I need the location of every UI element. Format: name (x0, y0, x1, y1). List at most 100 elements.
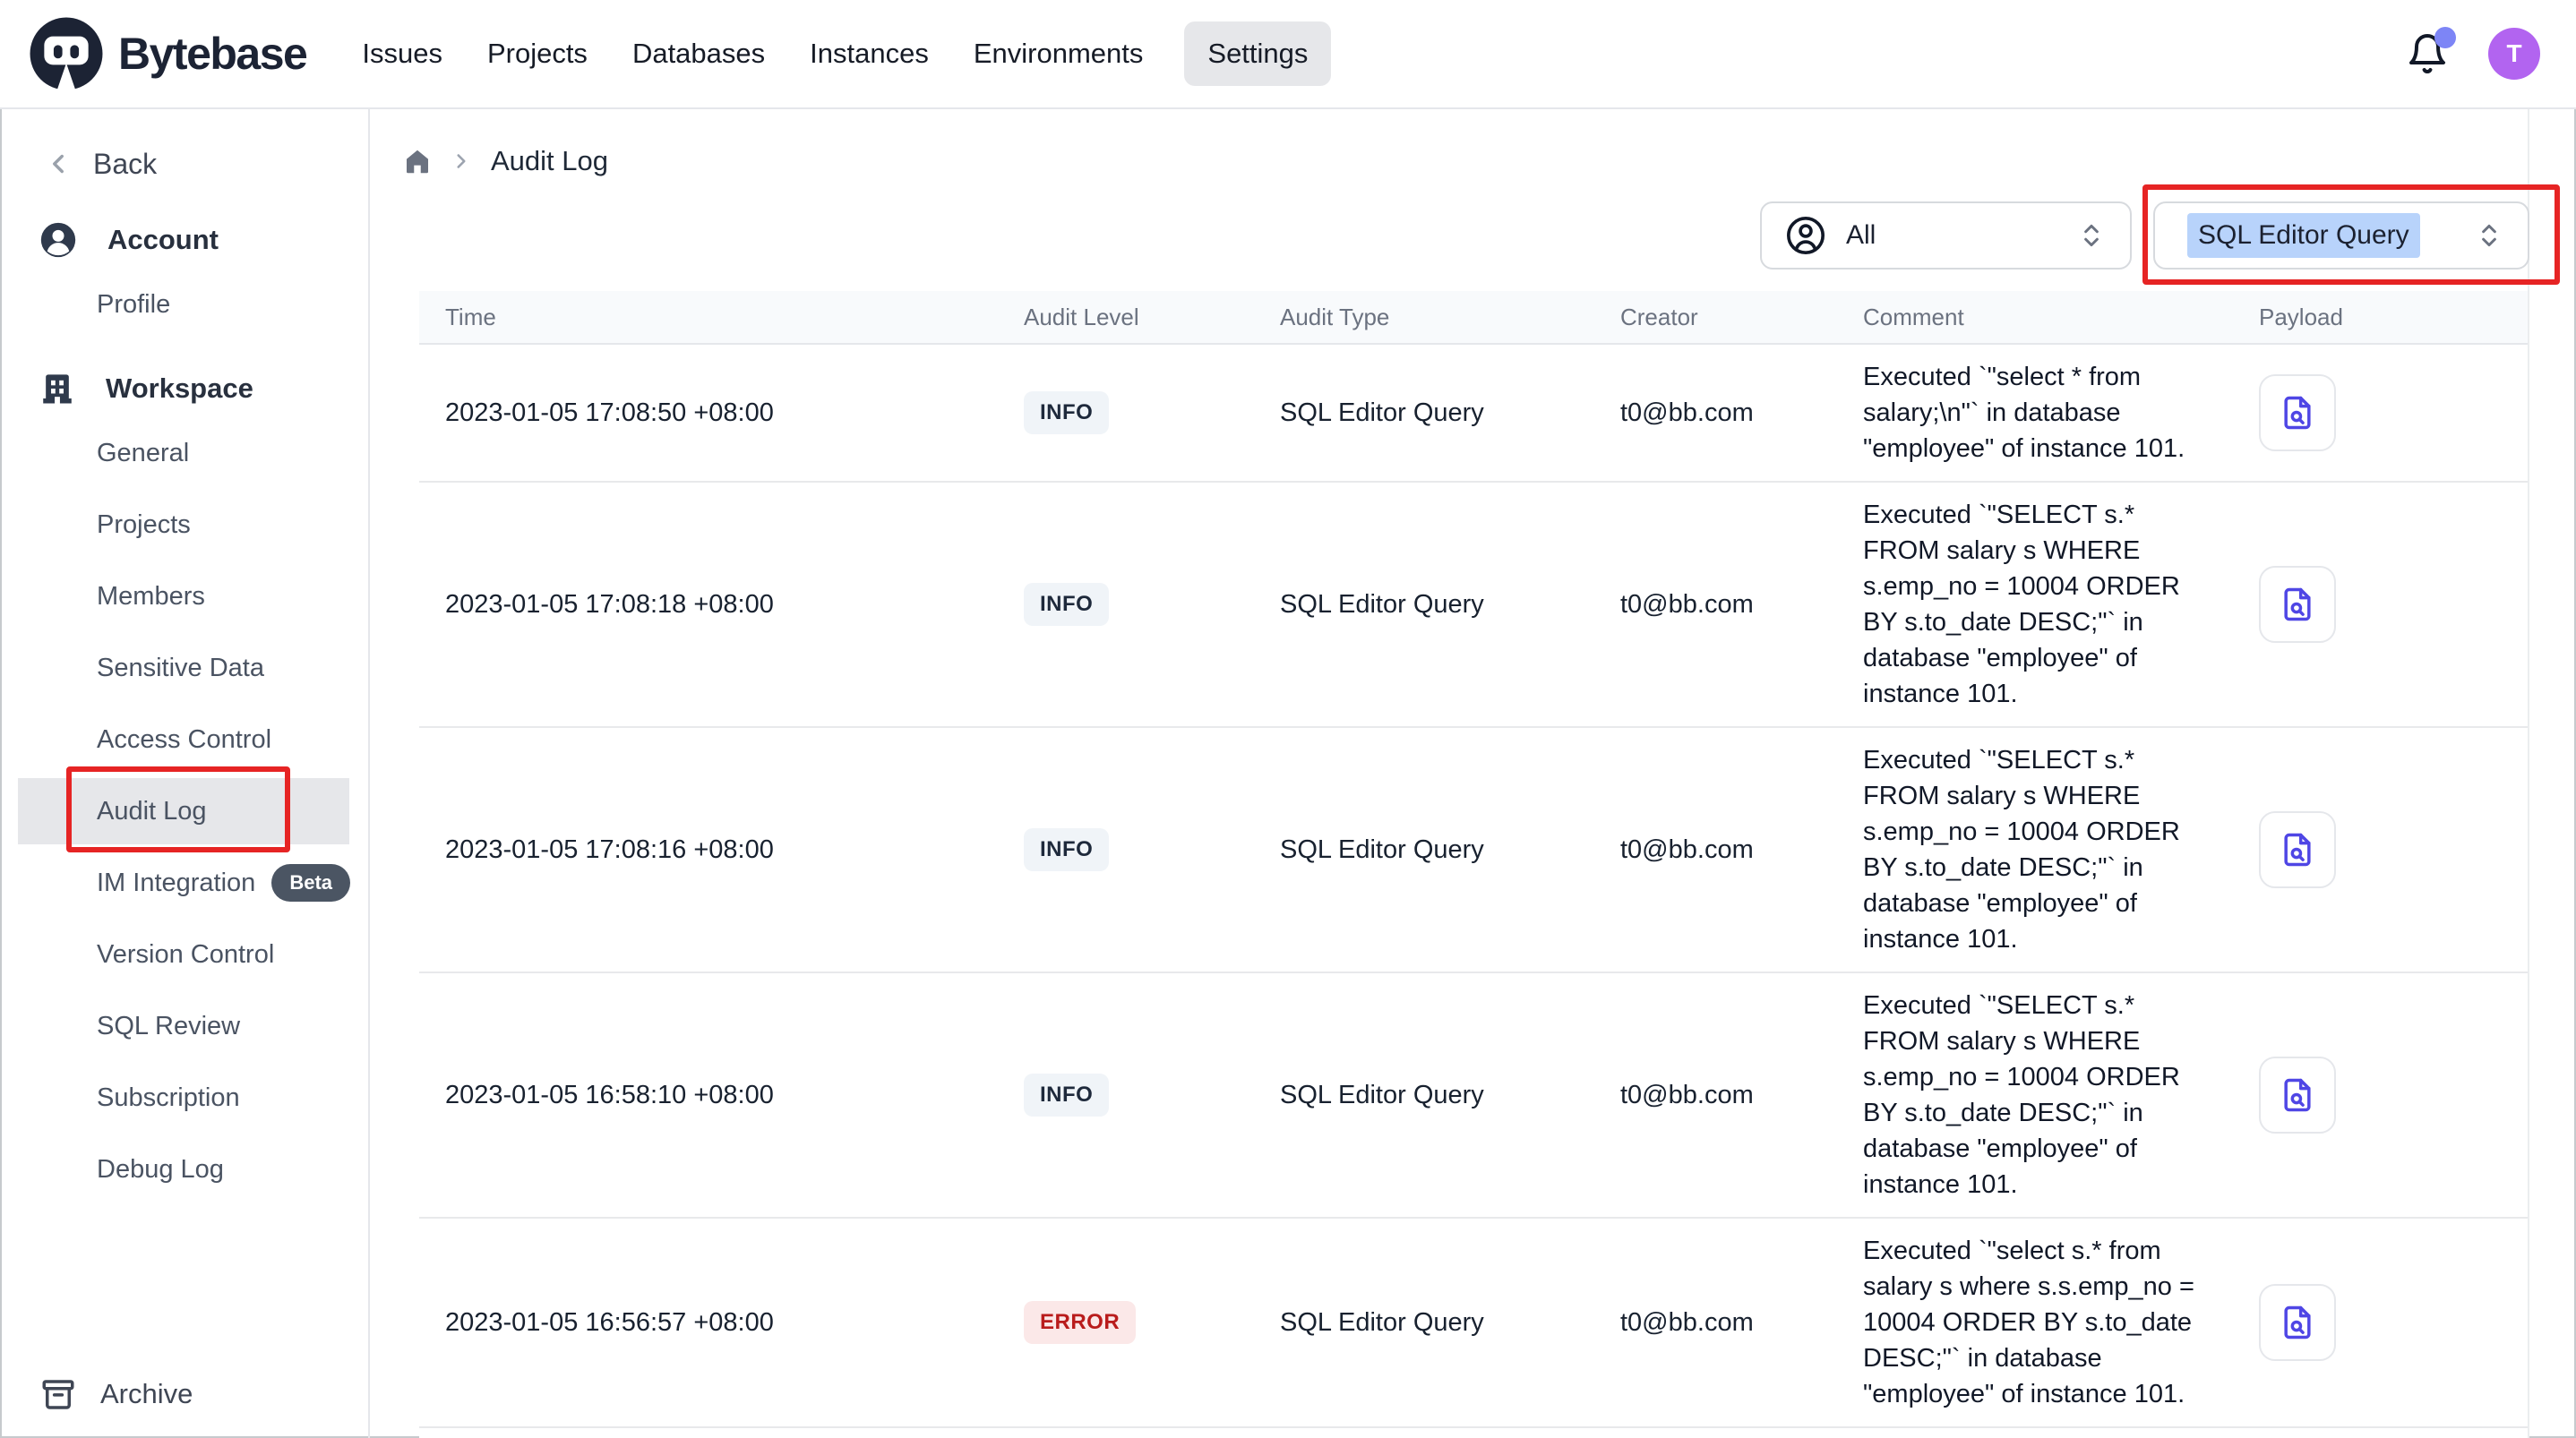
column-header-creator: Creator (1594, 304, 1836, 331)
view-payload-button[interactable] (2259, 811, 2336, 888)
creator-filter-select[interactable]: All (1760, 201, 2132, 270)
archive-label: Archive (100, 1378, 193, 1410)
audit-type-filter-select[interactable]: SQL Editor Query (2153, 201, 2529, 270)
sidebar-item-profile[interactable]: Profile (0, 269, 368, 340)
table-row: 2023-01-05 16:58:10 +08:00 INFO SQL Editor… (419, 973, 2529, 1219)
column-header-audit-level: Audit Level (998, 304, 1254, 331)
building-icon (38, 369, 77, 408)
avatar[interactable]: T (2488, 28, 2540, 80)
cell-creator: t0@bb.com (1594, 590, 1836, 620)
workspace-items: General Projects Members Sensitive Data Acce… (0, 417, 368, 1205)
notification-dot (2434, 27, 2456, 48)
sidebar-item-label: Access Control (97, 725, 271, 755)
sidebar-item-projects[interactable]: Projects (0, 489, 368, 561)
table-row: 2023-01-05 17:08:50 +08:00INFOSQL Editor… (419, 345, 2529, 483)
breadcrumb-chevron-icon (450, 150, 473, 173)
cell-time: 2023-01-05 16:56:57 +08:00 (419, 1308, 998, 1338)
audit-level-badge: ERROR (1024, 1301, 1136, 1344)
back-label: Back (93, 148, 157, 181)
table-header-row: TimeAudit LevelAudit TypeCreatorCommentP… (419, 291, 2529, 345)
cell-audit-type: SQL Editor Query (1254, 1081, 1594, 1110)
cell-time: 2023-01-05 17:08:18 +08:00 (419, 590, 998, 620)
filter-bar: All SQL Editor Query (370, 201, 2529, 270)
sidebar-item-audit-log[interactable]: Audit Log (0, 775, 368, 847)
home-icon[interactable] (403, 147, 432, 175)
sidebar-item-general[interactable]: General (0, 417, 368, 489)
sidebar-item-label: Sensitive Data (97, 654, 264, 683)
content-right-divider (2528, 109, 2529, 1438)
table-row: 2023-01-05 17:08:16 +08:00INFOSQL Editor… (419, 728, 2529, 973)
table-row: 2023-01-05 16:56:57 +08:00 ERROR SQL Edito… (419, 1219, 2529, 1428)
main-content: Audit Log All (370, 109, 2576, 1438)
cell-creator: t0@bb.com (1594, 398, 1836, 428)
cell-comment: Executed `"SELECT s.* FROM salary s WHER… (1836, 728, 2230, 972)
section-title-workspace: Workspace (106, 372, 253, 405)
logo-wordmark: Bytebase (118, 28, 306, 80)
sidebar-item-label: Projects (97, 510, 191, 540)
nav-item-issues[interactable]: Issues (358, 21, 446, 86)
cell-audit-type: SQL Editor Query (1254, 835, 1594, 865)
column-header-time: Time (419, 304, 998, 331)
cell-payload (2230, 1057, 2529, 1134)
nav-item-databases[interactable]: Databases (629, 21, 769, 86)
sidebar-item-version-control[interactable]: Version Control (0, 919, 368, 990)
cell-payload (2230, 811, 2529, 888)
view-payload-button[interactable] (2259, 566, 2336, 643)
sidebar-item-label: SQL Review (97, 1012, 240, 1041)
bytebase-logo[interactable]: Bytebase (27, 14, 306, 93)
cell-audit-level: ERROR (998, 1301, 1254, 1344)
sidebar-item-sql-review[interactable]: SQL Review (0, 990, 368, 1062)
sidebar-item-members[interactable]: Members (0, 561, 368, 632)
sidebar-item-label: IM Integration (97, 869, 255, 898)
cell-time: 2023-01-05 16:58:10 +08:00 (419, 1081, 998, 1110)
column-header-payload: Payload (2230, 304, 2529, 331)
sidebar-item-label: Profile (97, 290, 170, 320)
section-account: Account (0, 211, 368, 269)
audit-level-badge: INFO (1024, 1074, 1109, 1117)
cell-comment: Executed `"select * from salary;\n"` in … (1836, 345, 2230, 481)
nav-item-environments[interactable]: Environments (970, 21, 1147, 86)
nav-item-instances[interactable]: Instances (806, 21, 932, 86)
sidebar-item-subscription[interactable]: Subscription (0, 1062, 368, 1134)
cell-creator: t0@bb.com (1594, 1308, 1836, 1338)
chevron-up-down-icon (2474, 220, 2504, 251)
cell-creator: t0@bb.com (1594, 835, 1836, 865)
audit-level-badge: INFO (1024, 583, 1109, 626)
sidebar-item-label: Audit Log (97, 797, 207, 826)
sidebar-item-im-integration[interactable]: IM IntegrationBeta (0, 847, 368, 919)
audit-level-badge: INFO (1024, 828, 1109, 871)
cell-audit-type: SQL Editor Query (1254, 398, 1594, 428)
top-nav: Bytebase Issues Projects Databases Instance… (0, 0, 2576, 109)
sidebar-item-access-control[interactable]: Access Control (0, 704, 368, 775)
back-button[interactable]: Back (0, 136, 368, 192)
cell-audit-type: SQL Editor Query (1254, 1308, 1594, 1338)
page-title: Audit Log (491, 145, 608, 177)
audit-level-badge: INFO (1024, 391, 1109, 434)
column-header-comment: Comment (1836, 304, 2230, 331)
cell-comment: Executed `"SELECT s.* FROM salary s WHER… (1836, 973, 2230, 1217)
cell-payload (2230, 1284, 2529, 1361)
nav-item-settings[interactable]: Settings (1184, 21, 1331, 86)
nav-item-projects[interactable]: Projects (484, 21, 591, 86)
table-row: 2023-01-05 17:08:18 +08:00INFOSQL Editor… (419, 483, 2529, 728)
bytebase-audit-log-page: { "nav": { "logo_text": "Bytebase", "ite… (0, 0, 2576, 1438)
view-payload-button[interactable] (2259, 1057, 2336, 1134)
cell-audit-level: INFO (998, 1074, 1254, 1117)
cell-comment: Executed `"select s.* from salary s wher… (1836, 1219, 2230, 1426)
sidebar-item-label: Subscription (97, 1083, 240, 1113)
sidebar-item-archive[interactable]: Archive (0, 1366, 193, 1422)
chevron-up-down-icon (2076, 220, 2107, 251)
cell-comment: Executed `"SELECT s.* FROM salary s WHER… (1836, 483, 2230, 726)
file-search-icon (2278, 393, 2317, 432)
file-search-icon (2278, 830, 2317, 869)
audit-log-table: TimeAudit LevelAudit TypeCreatorCommentP… (419, 291, 2529, 1438)
cell-payload (2230, 566, 2529, 643)
sidebar-item-debug-log[interactable]: Debug Log (0, 1134, 368, 1205)
sidebar-item-sensitive-data[interactable]: Sensitive Data (0, 632, 368, 704)
view-payload-button[interactable] (2259, 1284, 2336, 1361)
bytebase-logo-icon (27, 14, 106, 93)
view-payload-button[interactable] (2259, 374, 2336, 451)
table-row: 2023-01-05 13:32:52 +08:00INFOSQL Editor… (419, 1428, 2529, 1438)
notifications-button[interactable] (2406, 32, 2449, 75)
sidebar-item-label: General (97, 439, 189, 468)
